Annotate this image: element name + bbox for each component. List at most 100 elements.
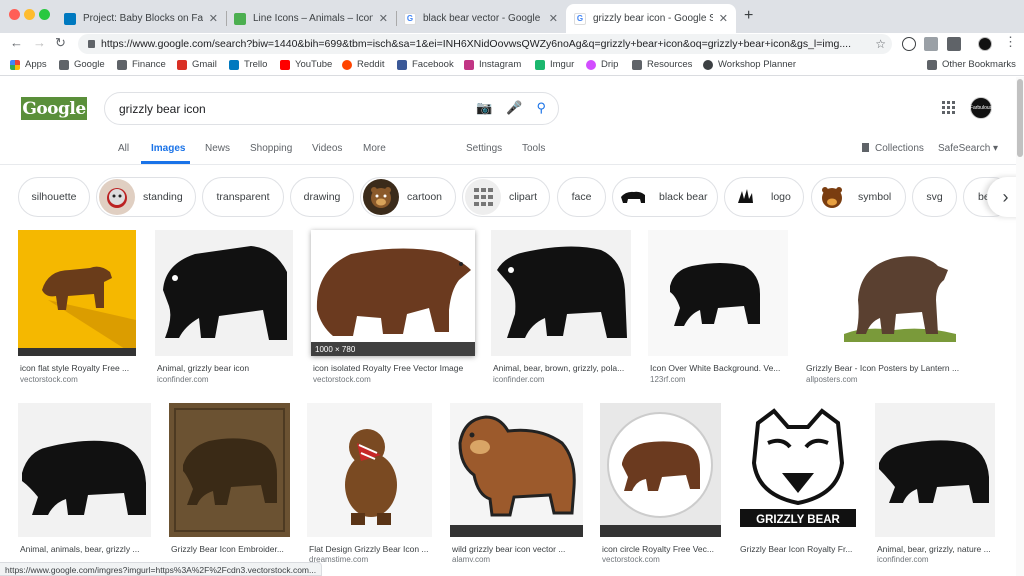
google-apps-icon[interactable] [942,101,955,114]
tab-more[interactable]: More [363,143,386,154]
chip-standing[interactable]: standing [96,177,196,217]
bookmark-trello[interactable]: Trello [229,59,267,70]
tab-images[interactable]: Images [151,143,185,154]
bookmark-reddit[interactable]: Reddit [342,59,384,70]
chip-clipart[interactable]: clipart [462,177,550,217]
browser-tab-grizzly[interactable]: G grizzly bear icon - Google Sea ✕ [566,4,736,33]
result-image[interactable] [169,403,290,537]
result-source[interactable]: iconfinder.com [157,375,293,384]
tab-videos[interactable]: Videos [312,143,342,154]
result-caption[interactable]: Animal, grizzly bear icon [157,363,293,373]
bookmark-gmail[interactable]: Gmail [177,59,217,70]
search-box[interactable]: grizzly bear icon 📷 🎤 ⚲ [104,92,559,125]
reload-icon[interactable]: ↻ [55,35,66,51]
extension-cast-icon[interactable] [947,37,961,51]
bookmark-youtube[interactable]: YouTube [280,59,332,70]
result-image[interactable] [648,230,788,356]
bookmark-workshop-planner[interactable]: Workshop Planner [703,59,796,70]
safesearch-dropdown[interactable]: SafeSearch ▾ [938,143,998,154]
page-scrollbar[interactable] [1016,77,1024,576]
browser-menu-icon[interactable]: ⋮ [1004,34,1017,50]
search-icon[interactable]: ⚲ [536,100,546,116]
bookmark-instagram[interactable]: Instagram [464,59,521,70]
google-logo[interactable]: Google [21,97,87,120]
result-image[interactable] [18,230,136,356]
result-caption[interactable]: Animal, animals, bear, grizzly ... [20,544,151,554]
chip-face[interactable]: face [557,177,606,217]
result-source[interactable]: iconfinder.com [877,555,995,562]
bookmark-apps[interactable]: Apps [10,59,47,70]
image-result[interactable]: icon flat style Royalty Free ... vectors… [18,230,136,385]
account-avatar[interactable]: Farbulous [970,97,992,119]
result-image[interactable] [491,230,631,356]
result-source[interactable]: allposters.com [806,375,996,384]
result-source[interactable]: vectorstock.com [602,555,721,562]
result-image[interactable]: GRIZZLY BEAR [738,403,858,537]
bookmark-other[interactable]: Other Bookmarks [927,59,1016,70]
result-source[interactable]: alamy.com [452,555,583,562]
result-source[interactable]: vectorstock.com [20,375,136,384]
result-caption[interactable]: Animal, bear, brown, grizzly, pola... [493,363,631,373]
maximize-window-button[interactable] [39,9,50,20]
result-image[interactable] [18,403,151,537]
bookmark-google[interactable]: Google [59,59,105,70]
close-tab-icon[interactable]: ✕ [719,12,728,25]
bookmark-resources[interactable]: Resources [632,59,692,70]
chip-silhouette[interactable]: silhouette [18,177,90,217]
browser-tab-line-icons[interactable]: Line Icons – Animals – Icons – ✕ [226,4,396,33]
bookmark-finance[interactable]: Finance [117,59,166,70]
result-image[interactable] [875,403,995,537]
tab-all[interactable]: All [118,143,129,154]
close-window-button[interactable] [9,9,20,20]
address-bar[interactable]: https://www.google.com/search?biw=1440&b… [78,34,892,54]
chip-transparent[interactable]: transparent [202,177,284,217]
close-tab-icon[interactable]: ✕ [379,12,388,25]
result-caption[interactable]: icon circle Royalty Free Vec... [602,544,721,554]
back-icon[interactable]: ← [10,35,23,50]
result-image[interactable] [804,230,996,356]
new-tab-button[interactable]: + [744,7,753,25]
result-caption[interactable]: icon flat style Royalty Free ... [20,363,136,373]
chip-drawing[interactable]: drawing [290,177,354,217]
result-caption[interactable]: Icon Over White Background. Ve... [650,363,788,373]
result-caption[interactable]: Grizzly Bear Icon Royalty Fr... [740,544,858,554]
result-caption[interactable]: Animal, bear, grizzly, nature ... [877,544,995,554]
chip-cartoon[interactable]: cartoon [360,177,456,217]
extension-info-icon[interactable] [902,37,916,51]
chip-black-bear[interactable]: black bear [612,177,718,217]
image-result[interactable]: Animal, animals, bear, grizzly ... [18,403,151,562]
image-result[interactable]: Grizzly Bear - Icon Posters by Lantern .… [804,230,996,385]
result-source[interactable]: iconfinder.com [493,375,631,384]
result-image[interactable]: 1000 × 780 [311,230,475,356]
microphone-icon[interactable]: 🎤 [506,100,522,116]
result-caption[interactable]: Grizzly Bear Icon Embroider... [171,544,290,554]
browser-tab-black-bear[interactable]: G black bear vector - Google Sea ✕ [396,4,566,33]
tab-shopping[interactable]: Shopping [250,143,292,154]
search-input[interactable]: grizzly bear icon [119,102,206,116]
result-source[interactable]: vectorstock.com [313,375,475,384]
chip-logo[interactable]: logo [724,177,804,217]
image-result[interactable]: Icon Over White Background. Ve... 123rf.… [648,230,788,385]
result-image[interactable] [600,403,721,537]
result-caption[interactable]: Flat Design Grizzly Bear Icon ... [309,544,432,554]
tools-link[interactable]: Tools [522,143,545,154]
forward-icon[interactable]: → [33,35,46,50]
close-tab-icon[interactable]: ✕ [549,12,558,25]
result-caption[interactable]: wild grizzly bear icon vector ... [452,544,583,554]
image-result[interactable]: Animal, bear, brown, grizzly, pola... ic… [491,230,631,385]
collections-link[interactable]: Collections [862,143,924,154]
image-result[interactable]: Flat Design Grizzly Bear Icon ... dreams… [307,403,432,562]
camera-icon[interactable]: 📷 [476,100,492,116]
settings-link[interactable]: Settings [466,143,502,154]
tab-news[interactable]: News [205,143,230,154]
result-image[interactable] [307,403,432,537]
result-image[interactable] [450,403,583,537]
chip-symbol[interactable]: symbol [811,177,906,217]
extension-code-icon[interactable] [924,37,938,51]
image-result[interactable]: icon circle Royalty Free Vec... vectorst… [600,403,721,562]
bookmark-drip[interactable]: Drip [586,59,618,70]
result-image[interactable] [155,230,293,356]
bookmark-facebook[interactable]: Facebook [397,59,454,70]
image-result[interactable]: Animal, grizzly bear icon iconfinder.com [155,230,293,385]
image-result[interactable]: Animal, bear, grizzly, nature ... iconfi… [875,403,995,562]
